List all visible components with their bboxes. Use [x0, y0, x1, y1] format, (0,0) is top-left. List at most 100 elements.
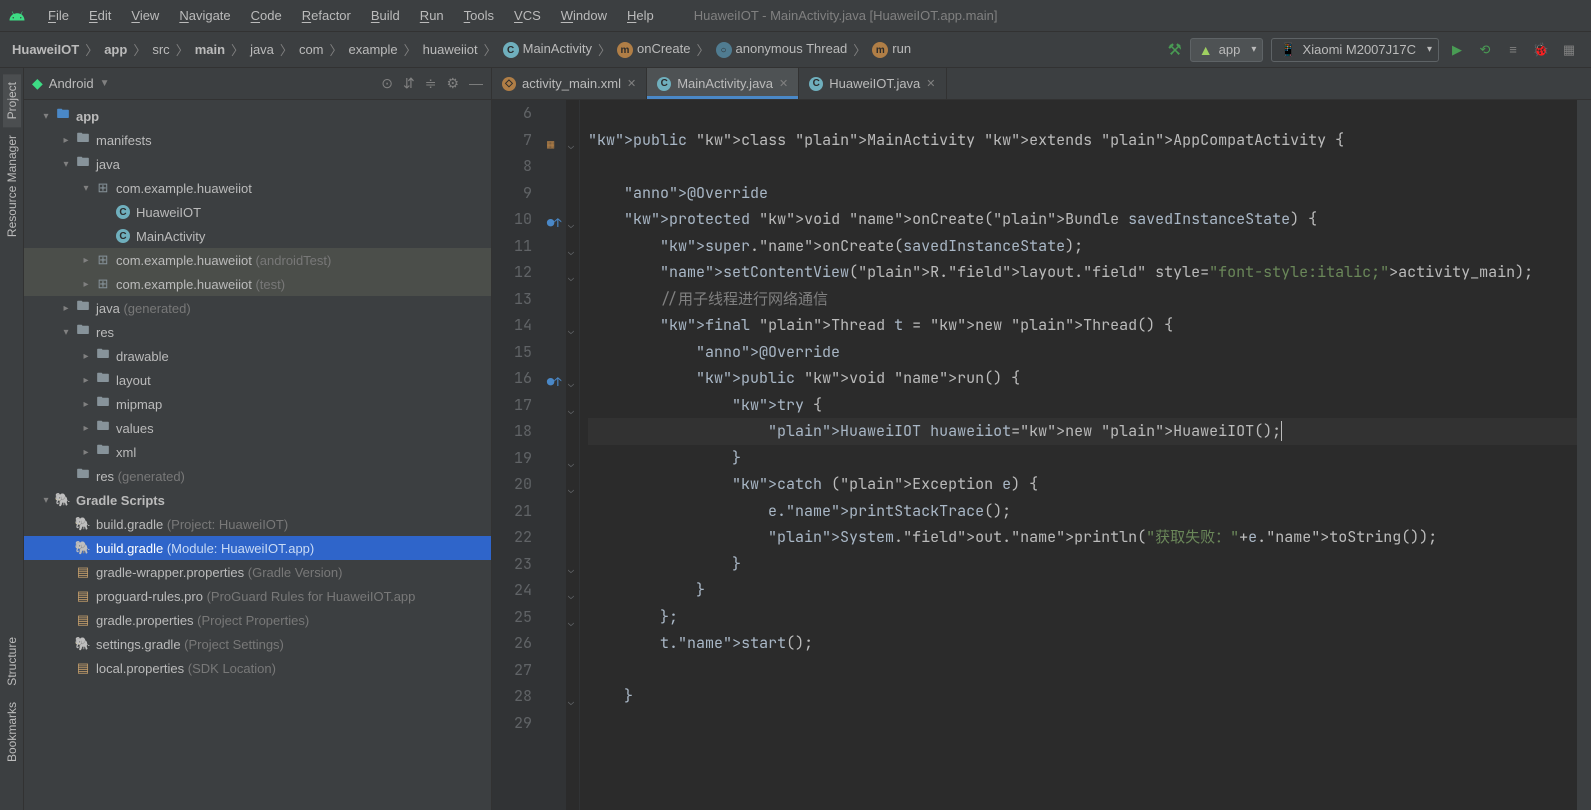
tree-item-settings-gradle[interactable]: 🐘settings.gradle (Project Settings): [24, 632, 491, 656]
tree-item-java[interactable]: ▾🖿java: [24, 152, 491, 176]
run-config-selector[interactable]: ▲ app: [1190, 38, 1264, 62]
gutter-markers: ▦ ●↑ ●↑: [544, 100, 566, 810]
menu-help[interactable]: Help: [617, 4, 664, 27]
tree-item-huaweiiot[interactable]: CHuaweiIOT: [24, 200, 491, 224]
tree-item-gradle-scripts[interactable]: ▾🐘Gradle Scripts: [24, 488, 491, 512]
tree-item-gradle-wrapper-properties[interactable]: ▤gradle-wrapper.properties (Gradle Versi…: [24, 560, 491, 584]
fold-icon[interactable]: ⌄: [568, 451, 574, 478]
run-icon[interactable]: ▶: [1447, 42, 1467, 58]
code-editor[interactable]: 6789101112131415161718192021222324252627…: [492, 100, 1591, 810]
tree-item-com-example-huaweiiot[interactable]: ▸⊞com.example.huaweiiot (test): [24, 272, 491, 296]
tool-tab-structure[interactable]: Structure: [3, 629, 21, 694]
menu-edit[interactable]: Edit: [79, 4, 121, 27]
chevron-down-icon[interactable]: ▼: [100, 78, 110, 89]
tool-tab-bookmarks[interactable]: Bookmarks: [3, 694, 21, 770]
crumb-com[interactable]: com: [299, 42, 324, 57]
tree-item-res[interactable]: ▾🖿res: [24, 320, 491, 344]
tree-item-xml[interactable]: ▸🖿xml: [24, 440, 491, 464]
menu-build[interactable]: Build: [361, 4, 410, 27]
fold-icon[interactable]: ⌄: [568, 610, 574, 637]
tab-MainActivity-java[interactable]: CMainActivity.java✕: [647, 68, 799, 99]
select-opened-file-icon[interactable]: ⊙: [381, 75, 393, 92]
close-icon[interactable]: ✕: [926, 77, 935, 90]
debug-icon[interactable]: 🐞: [1531, 42, 1551, 58]
tree-item-proguard-rules-pro[interactable]: ▤proguard-rules.pro (ProGuard Rules for …: [24, 584, 491, 608]
crumb-anonymous-thread[interactable]: ○anonymous Thread: [716, 41, 848, 59]
close-icon[interactable]: ✕: [779, 77, 788, 90]
device-selector[interactable]: 📱 Xiaomi M2007J17C: [1271, 38, 1439, 62]
crumb-java[interactable]: java: [250, 42, 274, 57]
apply-changes-icon[interactable]: ⟲: [1475, 42, 1495, 58]
menu-vcs[interactable]: VCS: [504, 4, 551, 27]
tab-activity_main-xml[interactable]: ◇activity_main.xml✕: [492, 68, 647, 99]
fold-icon[interactable]: ⌄: [568, 689, 574, 716]
avd-icon[interactable]: ▦: [1559, 42, 1579, 58]
crumb-mainactivity[interactable]: CMainActivity: [503, 41, 592, 59]
tree-item-com-example-huaweiiot[interactable]: ▸⊞com.example.huaweiiot (androidTest): [24, 248, 491, 272]
fold-icon[interactable]: ⌄: [568, 398, 574, 425]
crumb-huaweiiot[interactable]: HuaweiIOT: [12, 42, 79, 57]
gutter-marker-icon[interactable]: ●↑: [547, 369, 561, 396]
crumb-run[interactable]: mrun: [872, 41, 911, 59]
fold-icon[interactable]: ⌄: [568, 318, 574, 345]
menu-tools[interactable]: Tools: [454, 4, 504, 27]
menu-run[interactable]: Run: [410, 4, 454, 27]
gear-icon[interactable]: ⚙: [446, 75, 459, 92]
fold-icon[interactable]: ⌄: [568, 265, 574, 292]
project-tree[interactable]: ▾🖿app▸🖿manifests▾🖿java▾⊞com.example.huaw…: [24, 100, 491, 810]
tree-item-res[interactable]: 🖿res (generated): [24, 464, 491, 488]
tree-item-app[interactable]: ▾🖿app: [24, 104, 491, 128]
hide-icon[interactable]: —: [469, 75, 483, 92]
crumb-main[interactable]: main: [195, 42, 225, 57]
build-icon[interactable]: ⚒: [1167, 40, 1181, 60]
collapse-all-icon[interactable]: ≑: [425, 75, 437, 92]
tab-HuaweiIOT-java[interactable]: CHuaweiIOT.java✕: [799, 68, 946, 99]
fold-icon[interactable]: ⌄: [568, 371, 574, 398]
crumb-oncreate[interactable]: monCreate: [617, 41, 690, 59]
tool-tab-project[interactable]: Project: [3, 74, 21, 127]
gutter-marker-icon[interactable]: ●↑: [547, 210, 561, 237]
tree-item-mipmap[interactable]: ▸🖿mipmap: [24, 392, 491, 416]
run-config-label: app: [1219, 42, 1241, 57]
tree-item-drawable[interactable]: ▸🖿drawable: [24, 344, 491, 368]
tree-item-gradle-properties[interactable]: ▤gradle.properties (Project Properties): [24, 608, 491, 632]
expand-all-icon[interactable]: ⇵: [403, 75, 415, 92]
fold-icon[interactable]: ⌄: [568, 212, 574, 239]
menu-refactor[interactable]: Refactor: [292, 4, 361, 27]
fold-icon[interactable]: ⌄: [568, 133, 574, 160]
fold-icon[interactable]: ⌄: [568, 239, 574, 266]
android-icon: ▲: [1199, 42, 1213, 58]
code-content[interactable]: "kw">public "kw">class "plain">MainActiv…: [580, 100, 1577, 810]
menu-file[interactable]: File: [38, 4, 79, 27]
tree-item-mainactivity[interactable]: CMainActivity: [24, 224, 491, 248]
fold-icon[interactable]: ⌄: [568, 557, 574, 584]
fold-icon[interactable]: ⌄: [568, 583, 574, 610]
tree-item-manifests[interactable]: ▸🖿manifests: [24, 128, 491, 152]
menu-view[interactable]: View: [121, 4, 169, 27]
tree-item-layout[interactable]: ▸🖿layout: [24, 368, 491, 392]
menu-window[interactable]: Window: [551, 4, 617, 27]
tree-item-local-properties[interactable]: ▤local.properties (SDK Location): [24, 656, 491, 680]
breadcrumb[interactable]: HuaweiIOT〉app〉src〉main〉java〉com〉example〉…: [12, 40, 911, 59]
crumb-example[interactable]: example: [349, 42, 398, 57]
fold-icon[interactable]: ⌄: [568, 477, 574, 504]
crumb-app[interactable]: app: [104, 42, 127, 57]
tree-item-build-gradle[interactable]: 🐘build.gradle (Project: HuaweiIOT): [24, 512, 491, 536]
menu-navigate[interactable]: Navigate: [169, 4, 240, 27]
panel-title[interactable]: Android: [49, 76, 94, 91]
phone-icon: 📱: [1280, 42, 1296, 58]
line-numbers: 6789101112131415161718192021222324252627…: [492, 100, 544, 810]
tree-item-com-example-huaweiiot[interactable]: ▾⊞com.example.huaweiiot: [24, 176, 491, 200]
scrollbar[interactable]: [1577, 100, 1591, 810]
close-icon[interactable]: ✕: [627, 77, 636, 90]
profile-icon[interactable]: ≡: [1503, 42, 1523, 57]
crumb-huaweiiot[interactable]: huaweiiot: [423, 42, 478, 57]
fold-gutter: ⌄⌄⌄⌄⌄⌄⌄⌄⌄⌄⌄⌄⌄: [566, 100, 580, 810]
crumb-src[interactable]: src: [152, 42, 169, 57]
menu-code[interactable]: Code: [241, 4, 292, 27]
tree-item-build-gradle[interactable]: 🐘build.gradle (Module: HuaweiIOT.app): [24, 536, 491, 560]
tool-tab-resource-manager[interactable]: Resource Manager: [3, 127, 21, 245]
tree-item-values[interactable]: ▸🖿values: [24, 416, 491, 440]
tree-item-java[interactable]: ▸🖿java (generated): [24, 296, 491, 320]
gutter-marker-icon[interactable]: ▦: [547, 131, 554, 158]
